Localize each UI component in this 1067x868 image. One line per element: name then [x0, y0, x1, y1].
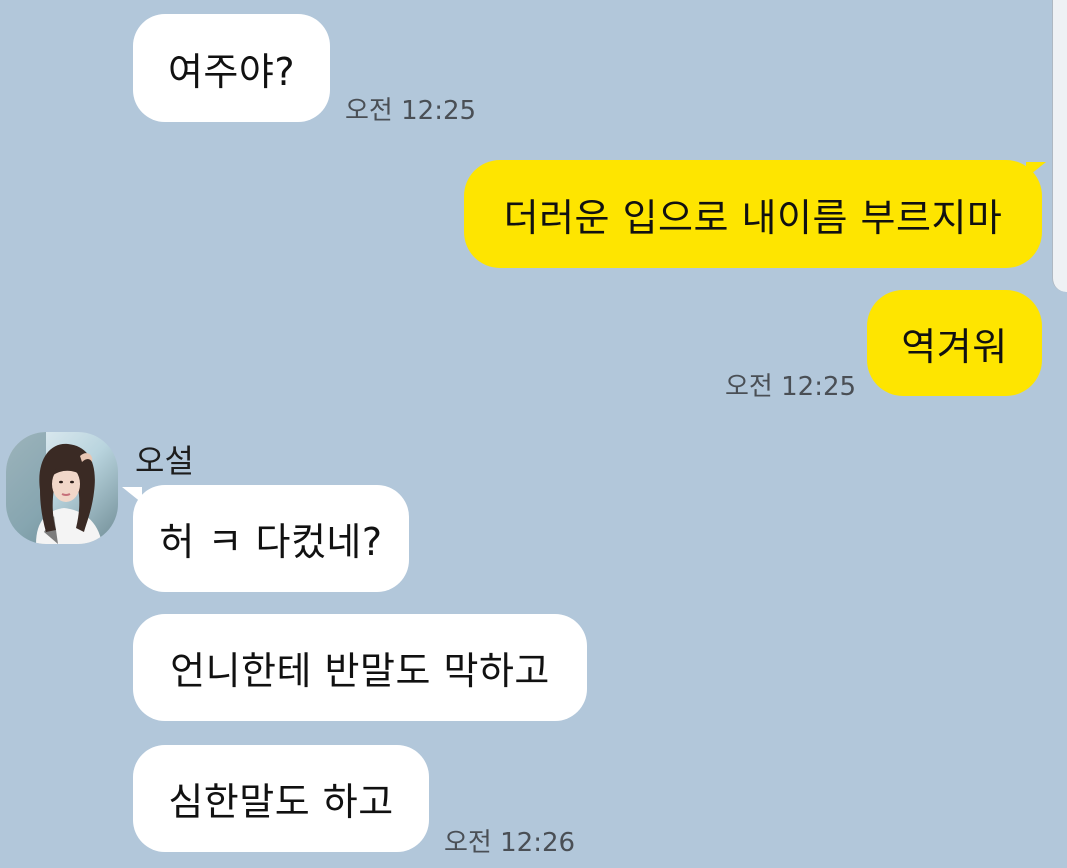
message-text: 역겨워 — [901, 324, 1008, 369]
scrollbar[interactable] — [1052, 0, 1067, 292]
message-text: 언니한테 반말도 막하고 — [170, 649, 550, 693]
sender-name: 오설 — [135, 442, 194, 480]
message-timestamp: 오전 12:25 — [725, 372, 857, 402]
message-text: 더러운 입으로 내이름 부르지마 — [503, 195, 1003, 240]
message-bubble-incoming[interactable]: 허 ㅋ 다컸네? — [133, 485, 409, 592]
profile-photo-icon — [6, 432, 118, 544]
bubble-tail — [122, 487, 142, 503]
message-text: 심한말도 하고 — [168, 780, 394, 824]
message-timestamp: 오전 12:26 — [444, 828, 576, 858]
message-text: 허 ㅋ 다컸네? — [159, 520, 383, 564]
chat-room: 여주야? 오전 12:25 더러운 입으로 내이름 부르지마 역겨워 오전 12… — [0, 0, 1067, 868]
message-timestamp: 오전 12:25 — [345, 96, 477, 126]
message-bubble-outgoing[interactable]: 더러운 입으로 내이름 부르지마 — [464, 160, 1042, 268]
message-bubble-incoming[interactable]: 언니한테 반말도 막하고 — [133, 614, 587, 721]
message-text: 여주야? — [167, 49, 296, 94]
message-bubble-incoming[interactable]: 심한말도 하고 — [133, 745, 429, 852]
avatar[interactable] — [6, 432, 118, 544]
message-bubble-incoming[interactable]: 여주야? — [133, 14, 330, 122]
message-bubble-outgoing[interactable]: 역겨워 — [867, 290, 1042, 396]
bubble-tail — [1026, 162, 1046, 178]
